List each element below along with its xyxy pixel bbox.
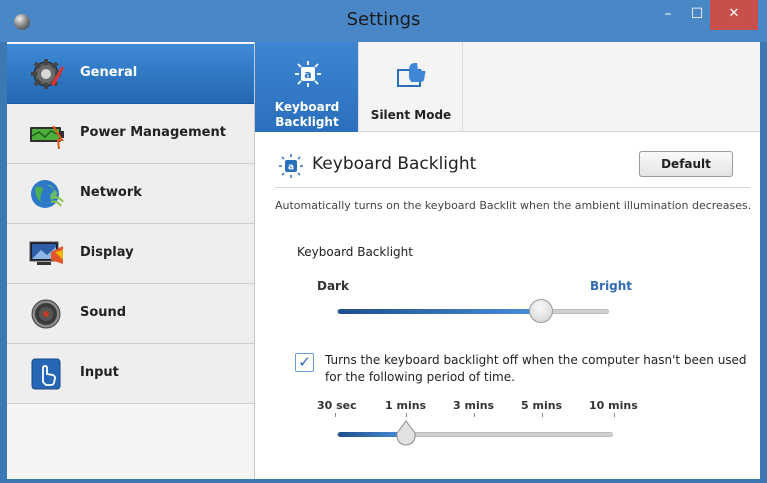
svg-text:a: a [304,68,311,81]
battery-icon [30,125,64,150]
timeout-slider[interactable] [337,432,613,437]
settings-window: Settings – ☐ ✕ General Power Management … [0,0,767,483]
title-bar[interactable]: Settings – ☐ ✕ [0,0,767,42]
sidebar-item-sound[interactable]: Sound [7,284,254,344]
keyboard-backlight-icon: a [279,154,303,178]
section-title: Keyboard Backlight [312,154,477,174]
backlight-slider[interactable] [337,309,609,314]
timeout-option-1min[interactable]: 1 mins [385,399,426,412]
svg-text:a: a [288,163,294,173]
tab-bar: a Keyboard Backlight Silent Mode [255,42,760,132]
timeout-tick [335,413,336,417]
sidebar-item-network[interactable]: Network [7,164,254,224]
touch-icon [31,358,61,390]
timeout-option-30sec[interactable]: 30 sec [317,399,357,412]
backlight-slider-label: Keyboard Backlight [297,245,413,259]
globe-icon [31,180,64,208]
auto-off-label: Turns the keyboard backlight off when th… [325,353,747,384]
sidebar-item-label: General [80,65,138,80]
keyboard-backlight-icon: a [295,61,321,87]
display-icon [29,241,63,265]
sidebar-item-display[interactable]: Display [7,224,254,284]
sidebar-item-label: Sound [80,305,127,320]
timeout-tick [614,413,615,417]
sidebar-item-label: Power Management [80,125,226,140]
maximize-button[interactable]: ☐ [684,0,710,30]
gear-icon [31,59,64,89]
timeout-option-5min[interactable]: 5 mins [521,399,562,412]
timeout-tick [406,413,407,417]
dark-label: Dark [317,279,349,293]
section-description: Automatically turns on the keyboard Back… [275,199,752,212]
sidebar: General Power Management Network Display… [7,42,255,479]
settings-pane: a Keyboard Backlight Silent Mode a Keybo… [255,42,760,479]
sidebar-item-general[interactable]: General [7,44,254,104]
bright-label: Bright [590,279,633,293]
tab-label: Silent Mode [370,108,452,122]
timeout-slider-thumb[interactable] [395,420,417,446]
timeout-option-10min[interactable]: 10 mins [589,399,638,412]
silent-mode-icon [397,63,426,87]
sidebar-item-label: Network [80,185,142,200]
auto-off-checkbox[interactable]: ✓ [295,353,314,372]
sidebar-item-input[interactable]: Input [7,344,254,404]
sidebar-item-label: Display [80,245,134,260]
sidebar-item-label: Input [80,365,119,380]
tab-silent-mode[interactable]: Silent Mode [359,42,463,132]
backlight-slider-thumb[interactable] [529,299,553,323]
section-divider [275,187,750,188]
timeout-tick [542,413,543,417]
tab-label: Keyboard Backlight [274,100,340,129]
speaker-icon [31,299,61,329]
backlight-slider-fill [338,309,542,314]
tab-keyboard-backlight[interactable]: a Keyboard Backlight [255,42,359,132]
content-area: General Power Management Network Display… [7,42,760,479]
default-button[interactable]: Default [639,151,733,177]
minimize-button[interactable]: – [652,0,684,30]
sidebar-item-power-management[interactable]: Power Management [7,104,254,164]
timeout-tick [474,413,475,417]
timeout-option-3min[interactable]: 3 mins [453,399,494,412]
close-button[interactable]: ✕ [710,0,758,30]
